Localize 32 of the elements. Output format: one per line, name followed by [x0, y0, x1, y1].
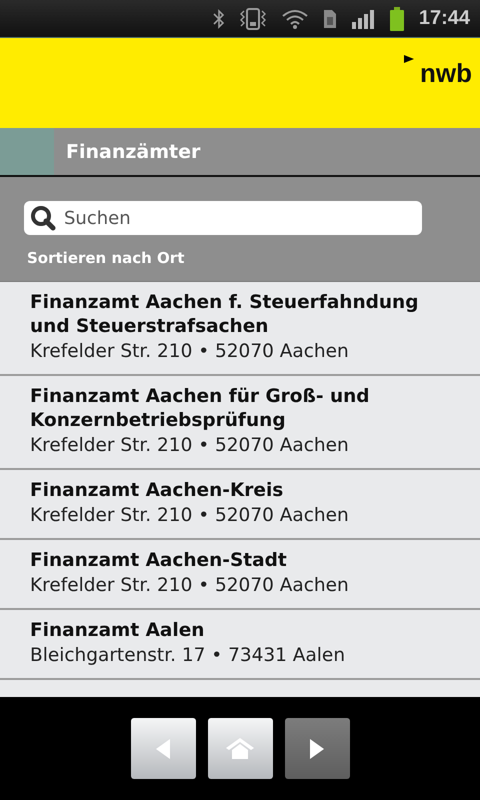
search-icon: [30, 205, 56, 231]
office-address: Krefelder Str. 210 • 52070 Aachen: [30, 504, 350, 528]
accent-block: [0, 128, 54, 175]
battery-icon: [388, 6, 405, 30]
vibrate-icon: [238, 6, 267, 30]
office-name: Finanzamt Aachen für Groß- und Konzernbetriebsprüfung: [30, 385, 371, 433]
wifi-icon: [280, 8, 309, 30]
screen-title: Finanzämter: [65, 140, 200, 162]
status-time: 17:44: [418, 7, 470, 30]
office-name: Finanzamt Aachen f. Steuerfahndung und Steuerstrafsachen: [30, 291, 420, 339]
office-name: Finanzamt Aalen: [30, 619, 206, 643]
forward-arrow-icon: [310, 738, 324, 758]
back-button[interactable]: [130, 718, 196, 779]
office-address: Bleichgartenstr. 17 • 73431 Aalen: [30, 644, 346, 668]
office-list-item[interactable]: Finanzamt Aalen Bleichgartenstr. 17 • 73431 Aalen: [0, 610, 480, 680]
office-list-item[interactable]: Finanzamt Aachen f. Steuerfahndung und Steuerstrafsachen Krefelder Str. 210 • 52070 Aachen: [0, 282, 480, 376]
logo: nwb: [404, 52, 472, 89]
back-arrow-icon: [156, 738, 170, 758]
office-address: Krefelder Str. 210 • 52070 Aachen: [30, 574, 350, 598]
sim-card-icon: [322, 8, 337, 28]
bluetooth-icon: [212, 8, 225, 28]
office-list-item[interactable]: Finanzamt Aachen für Groß- und Konzernbetriebsprüfung Krefelder Str. 210 • 52070 Aachen: [0, 376, 480, 470]
home-button[interactable]: [208, 718, 272, 779]
office-address: Krefelder Str. 210 • 52070 Aachen: [30, 434, 350, 458]
house-icon: [226, 738, 254, 759]
search-field[interactable]: Suchen: [24, 201, 422, 235]
office-list-item[interactable]: Finanzamt Aachen-Kreis Krefelder Str. 210 • 52070 Aachen: [0, 470, 480, 540]
office-list-item[interactable]: Finanzamt Aachen-Stadt Krefelder Str. 210 • 52070 Aachen: [0, 540, 480, 610]
office-name: Finanzamt Aachen-Stadt: [30, 549, 288, 573]
office-name: Finanzamt Aachen-Kreis: [30, 479, 284, 503]
office-address: Krefelder Str. 210 • 52070 Aachen: [30, 340, 350, 364]
signal-icon: [350, 8, 375, 28]
